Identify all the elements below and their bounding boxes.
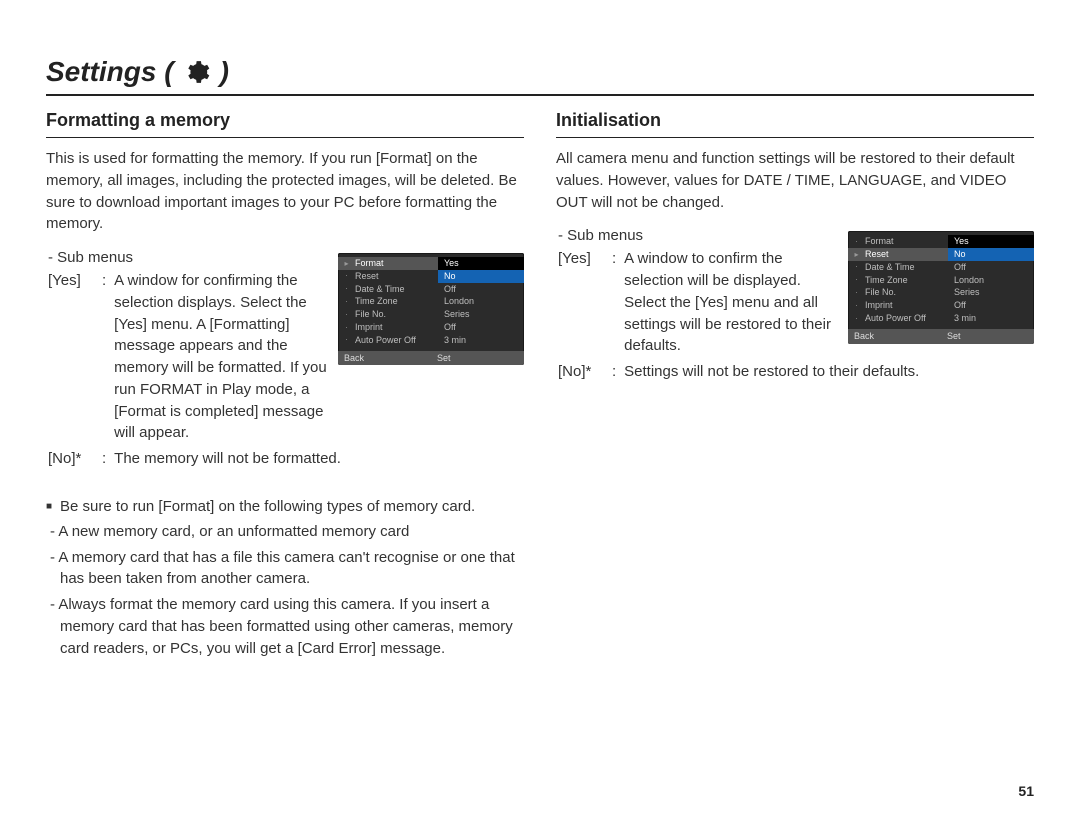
menu-value: No xyxy=(438,270,524,283)
menu-footer-set: Set xyxy=(431,351,524,366)
menu-footer-set: Set xyxy=(941,329,1034,344)
menu-item: · Date & Time xyxy=(848,261,948,274)
option-colon: : xyxy=(612,361,616,383)
menu-item: · Imprint xyxy=(338,321,438,334)
menu-item: · Time Zone xyxy=(848,274,948,287)
menu-item: ▸ Format xyxy=(338,257,438,270)
page-title-prefix: Settings ( xyxy=(46,56,174,88)
menu-item-label: Date & Time xyxy=(355,284,405,295)
menu-item: · Reset xyxy=(338,270,438,283)
col-initialisation: Initialisation All camera menu and funct… xyxy=(556,106,1034,663)
gear-icon xyxy=(184,59,210,85)
menu-item: · Time Zone xyxy=(338,295,438,308)
menu-item: ▸ Reset xyxy=(848,248,948,261)
bullet-icon: · xyxy=(852,314,861,324)
menu-value: Series xyxy=(948,286,1034,299)
bullet-icon: · xyxy=(342,335,351,345)
page-number: 51 xyxy=(1018,783,1034,799)
option-key: [Yes] xyxy=(558,248,604,357)
bullet-icon: · xyxy=(342,284,351,294)
menu-item: · Auto Power Off xyxy=(338,334,438,347)
formatting-intro: This is used for formatting the memory. … xyxy=(46,148,524,235)
bullet-icon: · xyxy=(342,323,351,333)
menu-value: Off xyxy=(948,261,1034,274)
section-heading-formatting: Formatting a memory xyxy=(46,106,524,138)
menu-value: Yes xyxy=(438,257,524,270)
section-heading-initialisation: Initialisation xyxy=(556,106,1034,138)
menu-item-label: Format xyxy=(355,258,384,269)
option-colon: : xyxy=(612,248,616,357)
option-desc: A window to confirm the selection will b… xyxy=(624,248,838,357)
menu-item-label: Reset xyxy=(355,271,379,282)
menu-value: London xyxy=(438,295,524,308)
menu-item-label: Auto Power Off xyxy=(355,335,416,346)
menu-item: · File No. xyxy=(338,308,438,321)
menu-item-label: Auto Power Off xyxy=(865,313,926,324)
menu-item-label: Time Zone xyxy=(355,296,398,307)
menu-item-label: Format xyxy=(865,236,894,247)
note-block: Be sure to run [Format] on the following… xyxy=(46,498,524,660)
option-key: [No]* xyxy=(558,361,604,383)
menu-value: Off xyxy=(438,321,524,334)
bullet-icon: · xyxy=(852,275,861,285)
option-desc: Settings will not be restored to their d… xyxy=(624,361,1034,383)
note-heading: Be sure to run [Format] on the following… xyxy=(46,498,524,515)
menu-item-label: Time Zone xyxy=(865,275,908,286)
menu-screenshot-format: ▸ Format · Reset · Date & Time · Time Zone · File… xyxy=(338,253,524,365)
menu-item: · Date & Time xyxy=(338,283,438,296)
page-title-suffix: ) xyxy=(220,56,229,88)
menu-item-label: Imprint xyxy=(865,300,893,311)
option-no: [No]* : Settings will not be restored to… xyxy=(558,361,1034,383)
note-item: Always format the memory card using this… xyxy=(60,594,524,659)
bullet-icon: · xyxy=(342,310,351,320)
menu-item: · File No. xyxy=(848,286,948,299)
option-yes: [Yes] : A window to confirm the selectio… xyxy=(558,248,838,357)
menu-value: No xyxy=(948,248,1034,261)
note-item: A memory card that has a file this camer… xyxy=(60,547,524,591)
menu-item: · Imprint xyxy=(848,299,948,312)
menu-value: Off xyxy=(438,283,524,296)
menu-screenshot-reset: · Format ▸ Reset · Date & Time · Time Zone · File… xyxy=(848,231,1034,343)
bullet-icon: · xyxy=(852,288,861,298)
menu-value: London xyxy=(948,274,1034,287)
bullet-icon: ▸ xyxy=(342,259,351,269)
menu-footer-back: Back xyxy=(848,329,941,344)
option-desc: The memory will not be formatted. xyxy=(114,448,524,470)
option-yes: [Yes] : A window for confirming the sele… xyxy=(48,270,328,444)
option-colon: : xyxy=(102,448,106,470)
page-title: Settings ( ) xyxy=(46,56,1034,96)
col-formatting: Formatting a memory This is used for for… xyxy=(46,106,524,663)
menu-item-label: File No. xyxy=(355,309,386,320)
bullet-icon: · xyxy=(852,262,861,272)
menu-item-label: Date & Time xyxy=(865,262,915,273)
manual-page: Settings ( ) Formatting a memory This is… xyxy=(0,0,1080,815)
content-columns: Formatting a memory This is used for for… xyxy=(46,106,1034,663)
menu-item: · Format xyxy=(848,235,948,248)
option-desc: A window for confirming the selection di… xyxy=(114,270,328,444)
menu-item: · Auto Power Off xyxy=(848,312,948,325)
menu-value: 3 min xyxy=(948,312,1034,325)
option-no: [No]* : The memory will not be formatted… xyxy=(48,448,524,470)
bullet-icon: ▸ xyxy=(852,250,861,260)
menu-value: Series xyxy=(438,308,524,321)
initialisation-intro: All camera menu and function settings wi… xyxy=(556,148,1034,213)
menu-footer-back: Back xyxy=(338,351,431,366)
note-item: A new memory card, or an unformatted mem… xyxy=(60,521,524,543)
option-key: [No]* xyxy=(48,448,94,470)
menu-value: 3 min xyxy=(438,334,524,347)
option-colon: : xyxy=(102,270,106,444)
bullet-icon: · xyxy=(342,271,351,281)
bullet-icon: · xyxy=(342,297,351,307)
bullet-icon: · xyxy=(852,301,861,311)
menu-item-label: Reset xyxy=(865,249,889,260)
menu-item-label: Imprint xyxy=(355,322,383,333)
menu-item-label: File No. xyxy=(865,287,896,298)
menu-value: Yes xyxy=(948,235,1034,248)
bullet-icon: · xyxy=(852,237,861,247)
menu-value: Off xyxy=(948,299,1034,312)
option-key: [Yes] xyxy=(48,270,94,444)
